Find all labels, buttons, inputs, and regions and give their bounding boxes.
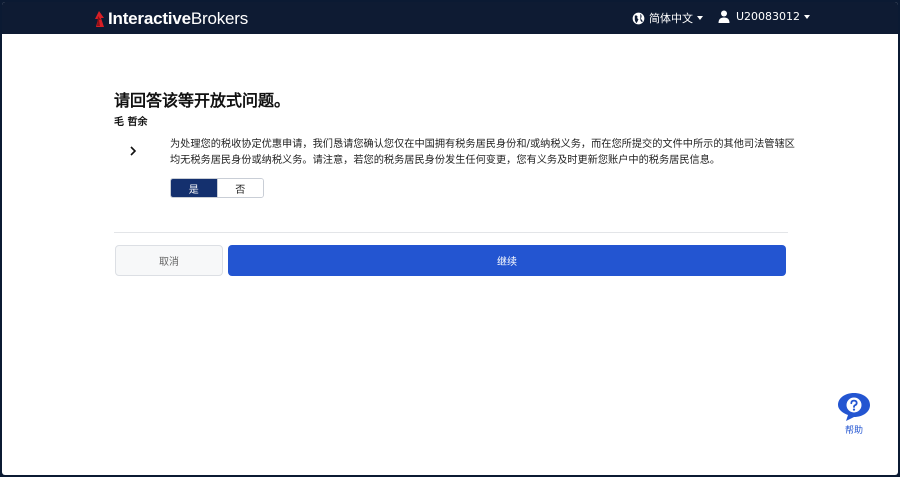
cancel-button[interactable]: 取消 (115, 245, 223, 276)
language-selector[interactable]: 简体中文 (632, 10, 703, 26)
page-title: 请回答该等开放式问题。 (114, 91, 291, 110)
person-name: 毛 哲余 (114, 117, 148, 128)
continue-button[interactable]: 继续 (228, 245, 786, 276)
language-label: 简体中文 (649, 12, 693, 25)
user-menu[interactable]: U20083012 (718, 10, 811, 23)
globe-icon (632, 12, 645, 24)
top-navbar: InteractiveBrokers 简体中文 U20083012 (2, 2, 898, 34)
logo-text: InteractiveBrokers (108, 9, 249, 28)
chevron-down-icon (697, 16, 703, 20)
ib-logo[interactable]: InteractiveBrokers (92, 9, 248, 29)
divider (114, 232, 788, 233)
question-text: 为处理您的税收协定优惠申请，我们恳请您确认您仅在中国拥有税务居民身份和/或纳税义… (170, 139, 795, 166)
chevron-down-icon (804, 14, 811, 19)
help-button[interactable]: 帮助 (836, 392, 872, 436)
no-option[interactable]: 否 (216, 179, 263, 197)
chevron-right-icon (130, 146, 137, 156)
ib-logo-icon (95, 11, 104, 27)
help-label: 帮助 (844, 426, 863, 436)
user-id-label: U20083012 (736, 10, 801, 23)
help-icon (838, 393, 870, 421)
app-window: InteractiveBrokers 简体中文 U20083012 请回答该等开… (2, 2, 898, 475)
yes-no-toggle[interactable]: 是 否 (170, 178, 264, 198)
yes-option[interactable]: 是 (171, 179, 217, 197)
user-icon (718, 10, 730, 23)
